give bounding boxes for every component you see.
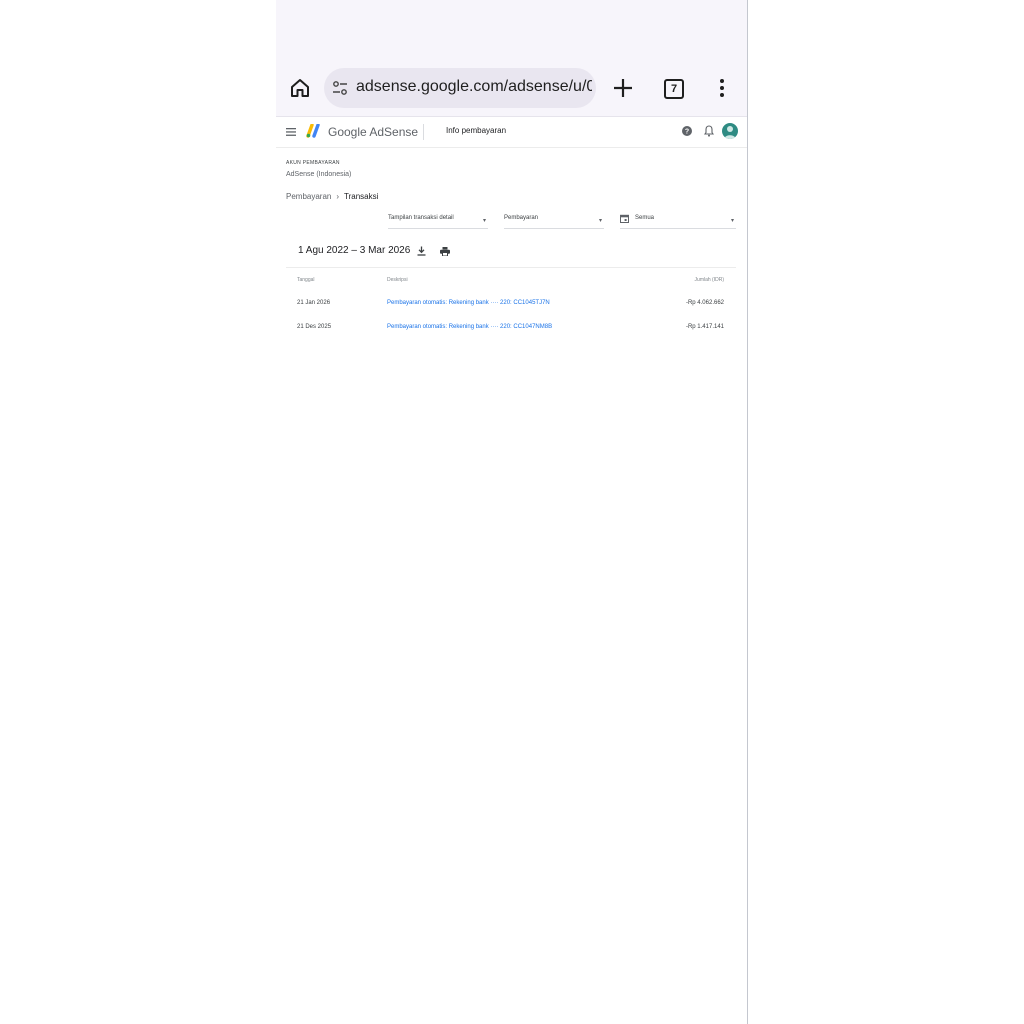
breadcrumb-current: Transaksi: [344, 192, 379, 201]
row-description-link[interactable]: Pembayaran otomatis: Rekening bank ···· …: [387, 324, 552, 330]
column-header-date[interactable]: Tanggal: [297, 277, 315, 283]
transaction-view-select[interactable]: Tampilan transaksi detail ▾: [388, 214, 488, 229]
chevron-down-icon: ▾: [730, 218, 734, 224]
row-amount: -Rp 1.417.141: [685, 324, 724, 330]
app-header: Google AdSense Info pembayaran ?: [276, 117, 747, 148]
column-header-amount[interactable]: Jumlah (IDR): [695, 277, 724, 283]
bell-icon[interactable]: [704, 125, 714, 137]
account-label: AKUN PEMBAYARAN: [286, 160, 340, 166]
transaction-type-value: Pembayaran: [504, 215, 539, 221]
row-amount: -Rp 4.062.662: [685, 300, 724, 306]
row-date: 21 Jan 2026: [297, 300, 331, 306]
tune-icon[interactable]: [332, 80, 348, 96]
phone-screen: adsense.google.com/adsense/u/0/pu 7 Goog…: [276, 0, 748, 1024]
avatar-image: [724, 126, 736, 139]
date-range-value: Semua: [635, 215, 655, 221]
hamburger-icon[interactable]: [286, 128, 296, 136]
date-range-heading: 1 Agu 2022 – 3 Mar 2026: [298, 245, 411, 256]
tabs-icon[interactable]: 7: [664, 79, 684, 99]
table-row: 21 Des 2025 Pembayaran otomatis: Rekenin…: [286, 324, 736, 338]
url-bar[interactable]: adsense.google.com/adsense/u/0/pu: [324, 68, 596, 108]
column-header-description[interactable]: Deskripsi: [387, 277, 408, 283]
header-divider: [423, 124, 424, 140]
row-date: 21 Des 2025: [297, 324, 332, 330]
adsense-logo-icon[interactable]: [306, 124, 322, 138]
chevron-down-icon: ▾: [598, 218, 602, 224]
tab-count: 7: [670, 83, 678, 95]
avatar[interactable]: [722, 123, 738, 139]
page-title: Info pembayaran: [446, 126, 507, 135]
date-range-select[interactable]: Semua ▾: [620, 214, 736, 229]
transaction-type-select[interactable]: Pembayaran ▾: [504, 214, 604, 229]
url-text[interactable]: adsense.google.com/adsense/u/0/pu: [356, 78, 592, 96]
home-icon[interactable]: [288, 76, 312, 100]
help-icon[interactable]: ?: [682, 126, 692, 136]
status-area: [276, 0, 747, 60]
download-icon[interactable]: [417, 246, 426, 256]
more-vert-icon[interactable]: [718, 78, 726, 98]
breadcrumb: Pembayaran › Transaksi: [286, 192, 378, 204]
print-icon[interactable]: [440, 247, 450, 256]
transaction-view-value: Tampilan transaksi detail: [388, 215, 454, 221]
table-row: 21 Jan 2026 Pembayaran otomatis: Rekenin…: [286, 300, 736, 314]
plus-icon[interactable]: [612, 77, 634, 99]
row-description-link[interactable]: Pembayaran otomatis: Rekening bank ···· …: [387, 300, 550, 306]
transactions-table: Tanggal Deskripsi Jumlah (IDR) 21 Jan 20…: [286, 267, 736, 330]
browser-toolbar: adsense.google.com/adsense/u/0/pu 7: [276, 60, 747, 117]
breadcrumb-separator: ›: [336, 192, 340, 201]
brand-name: Google AdSense: [328, 125, 419, 139]
calendar-icon: [620, 214, 629, 223]
account-value: AdSense (Indonesia): [286, 171, 352, 178]
chevron-down-icon: ▾: [482, 218, 486, 224]
svg-text:?: ?: [685, 129, 689, 136]
breadcrumb-parent[interactable]: Pembayaran: [286, 192, 331, 201]
